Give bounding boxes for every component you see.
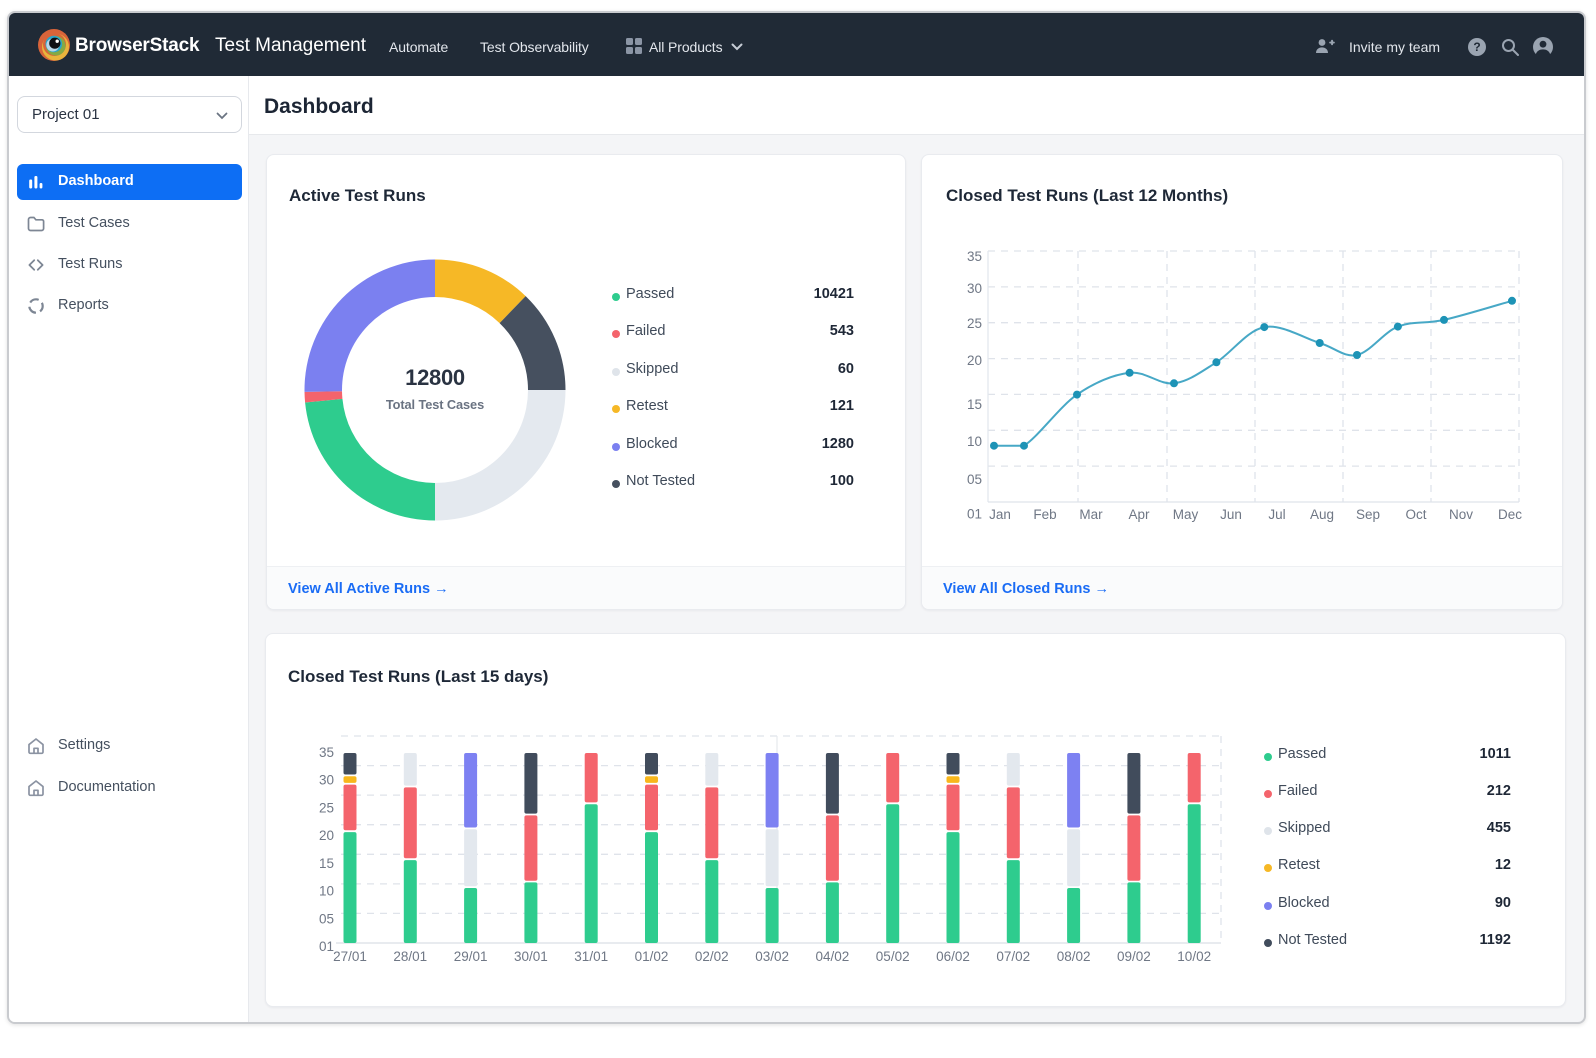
- svg-text:Nov: Nov: [1449, 507, 1473, 522]
- svg-text:10: 10: [967, 434, 982, 449]
- svg-text:Jul: Jul: [1268, 507, 1285, 522]
- svg-text:Jun: Jun: [1220, 507, 1242, 522]
- svg-text:15: 15: [967, 397, 982, 412]
- svg-text:Jan: Jan: [989, 507, 1011, 522]
- svg-text:30: 30: [967, 281, 982, 296]
- svg-text:25: 25: [967, 316, 982, 331]
- svg-text:20: 20: [967, 353, 982, 368]
- svg-text:Sep: Sep: [1356, 507, 1380, 522]
- svg-text:?: ?: [1473, 40, 1480, 54]
- svg-text:Dec: Dec: [1498, 507, 1522, 522]
- svg-text:May: May: [1173, 507, 1199, 522]
- svg-text:Feb: Feb: [1033, 507, 1056, 522]
- svg-text:Aug: Aug: [1310, 507, 1334, 522]
- svg-text:Apr: Apr: [1128, 507, 1150, 522]
- svg-text:35: 35: [967, 249, 982, 264]
- svg-text:Mar: Mar: [1079, 507, 1103, 522]
- svg-text:01: 01: [967, 507, 982, 522]
- svg-text:Oct: Oct: [1405, 507, 1426, 522]
- svg-text:05: 05: [967, 472, 982, 487]
